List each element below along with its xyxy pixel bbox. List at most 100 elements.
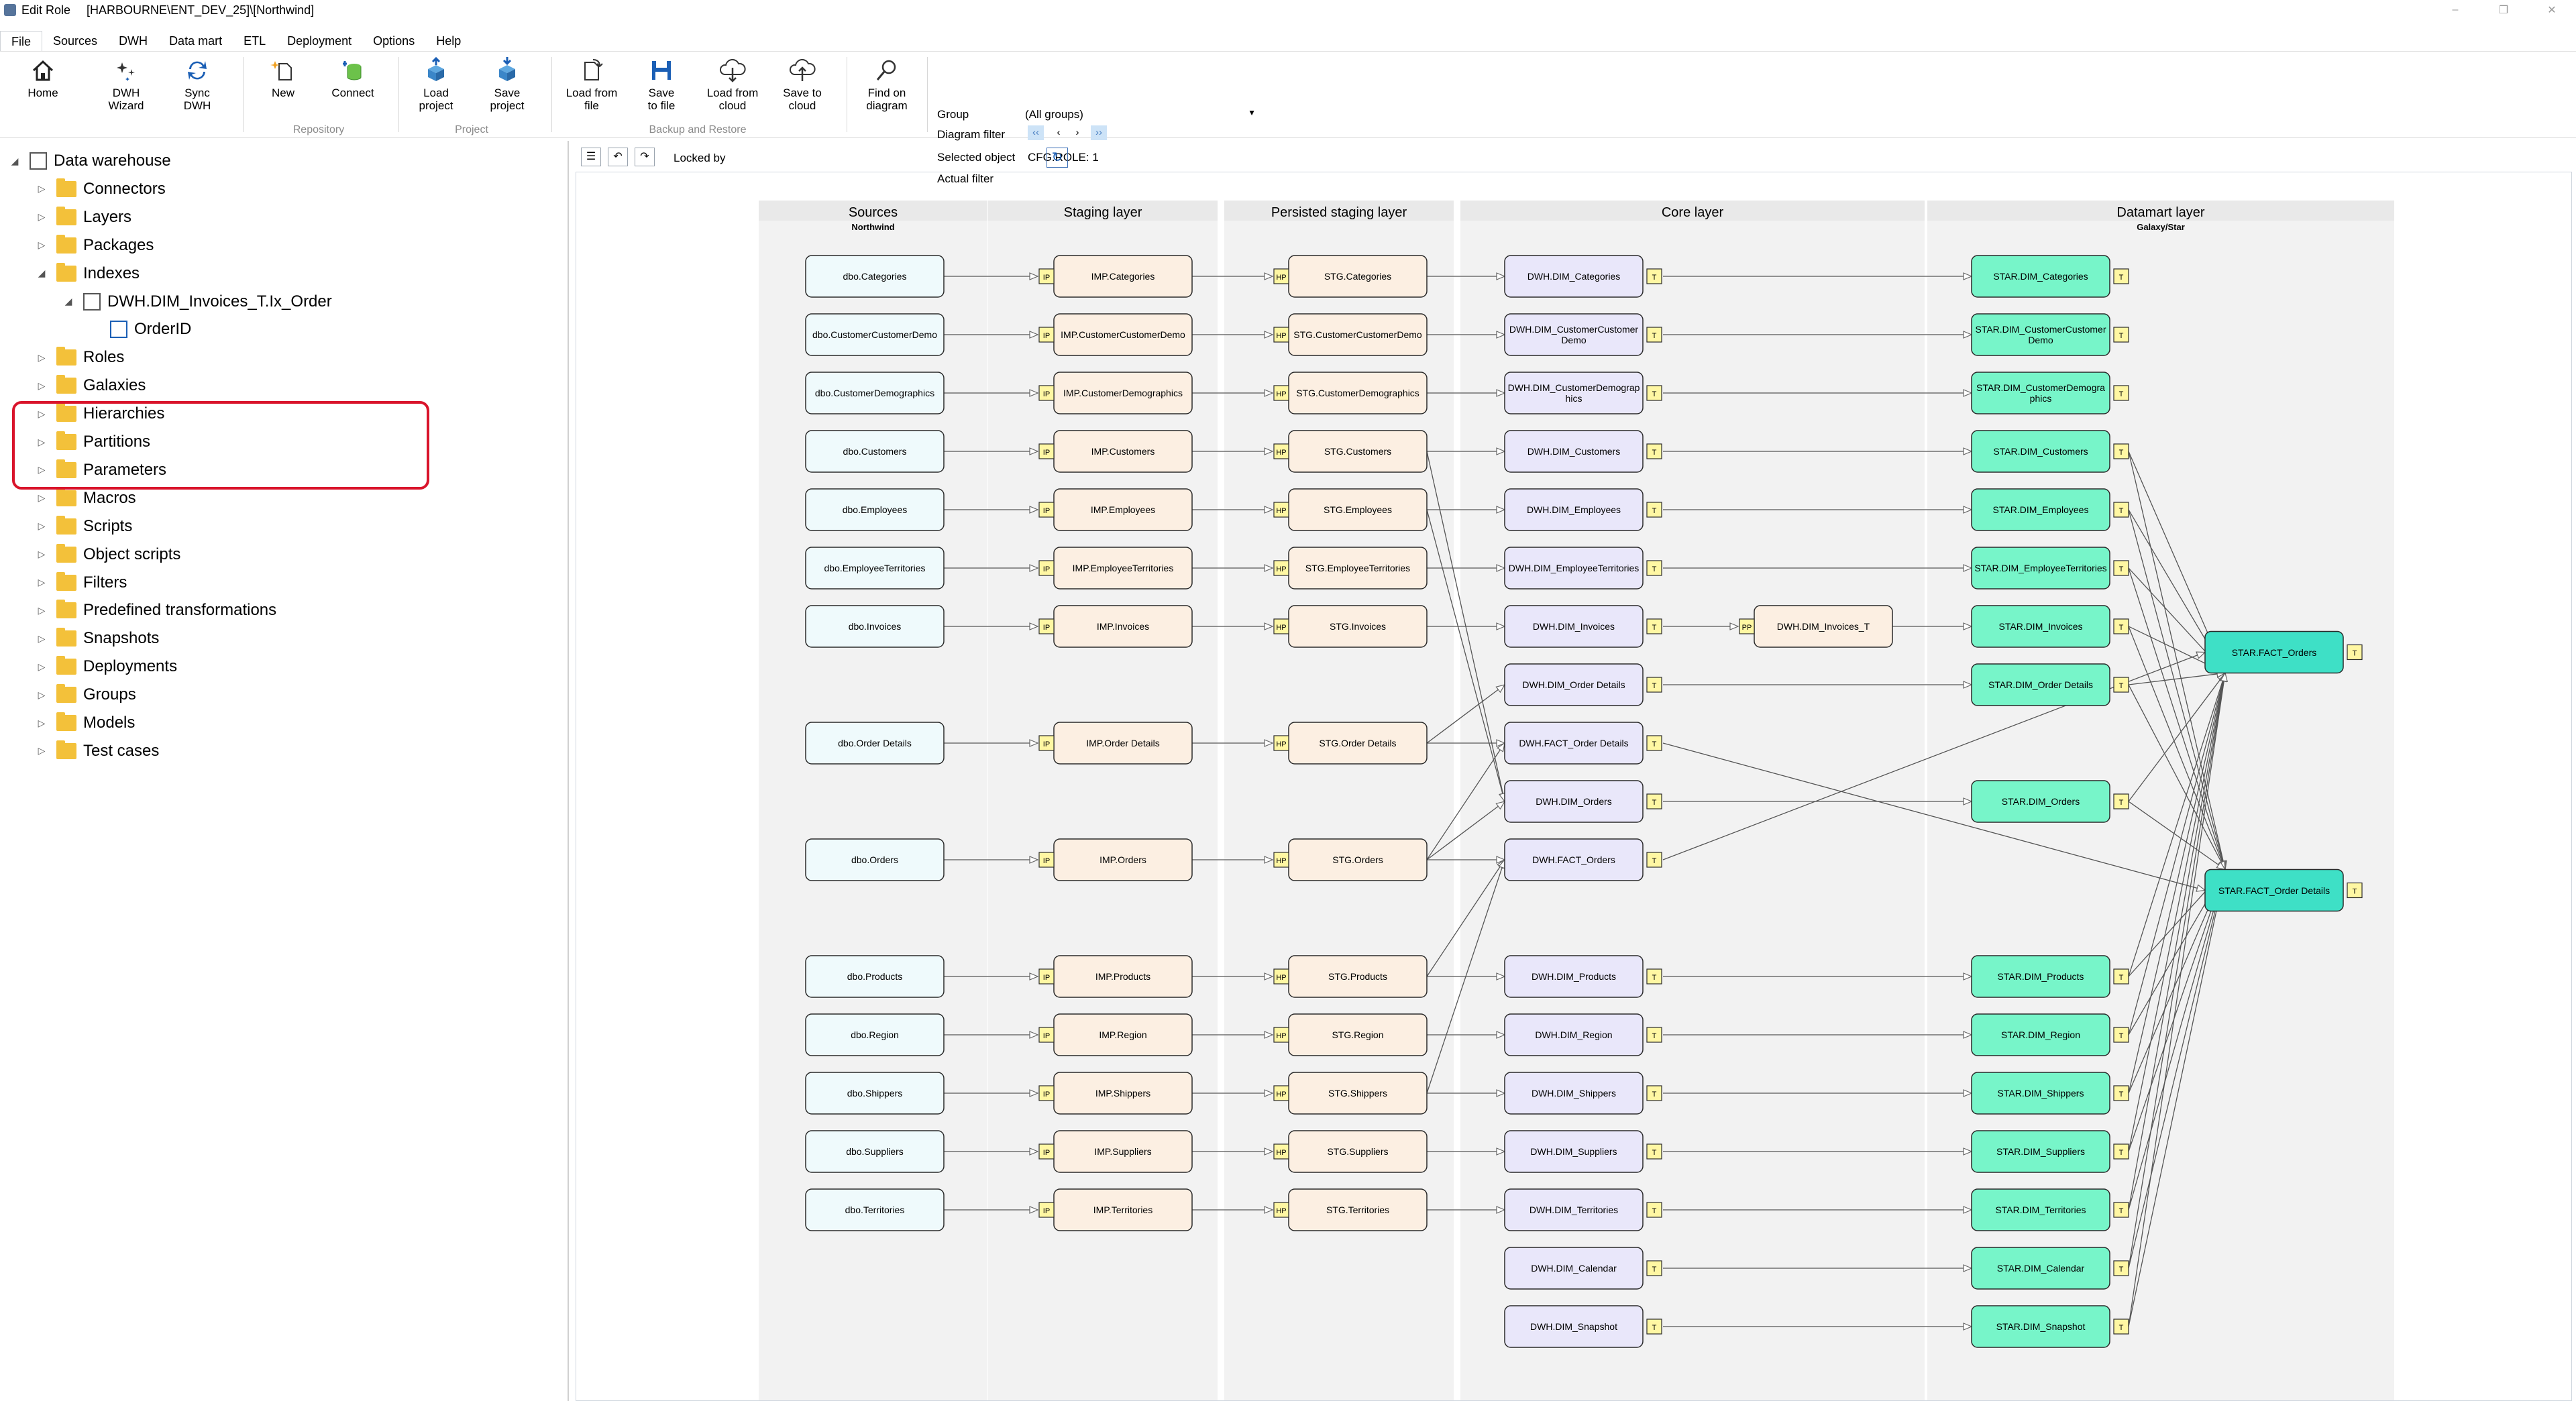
tree-item-index[interactable]: ◢ DWH.DIM_Invoices_T.Ix_Order [63,288,332,315]
minimize-button[interactable]: – [2431,0,2479,20]
datamart-node[interactable]: STAR.DIM_CustomerCustomerDemo T [1971,313,2129,356]
expand-arrow-icon[interactable]: ▷ [36,520,47,532]
load-from-file-button[interactable]: Load from file [558,57,625,112]
core-node[interactable]: DWH.DIM_Orders T [1504,780,1662,823]
expand-arrow-icon[interactable]: ▷ [36,577,47,588]
persisted-staging-node[interactable]: STG.Employees HP [1273,488,1428,531]
expand-arrow-icon[interactable]: ▷ [36,633,47,645]
datamart-node[interactable]: STAR.DIM_Invoices T [1971,605,2129,648]
persisted-staging-node[interactable]: STG.Shippers HP [1273,1072,1428,1115]
datamart-node[interactable]: STAR.DIM_Region T [1971,1013,2129,1056]
menu-dwh[interactable]: DWH [108,31,158,51]
expand-arrow-icon[interactable]: ▷ [36,239,47,251]
menu-options[interactable]: Options [362,31,425,51]
persisted-staging-node[interactable]: STG.EmployeeTerritories HP [1273,547,1428,590]
expand-arrow-icon[interactable]: ▷ [36,492,47,504]
source-node[interactable]: dbo.Invoices [805,605,945,648]
group-select[interactable]: (All groups) ▼ [1025,108,1257,123]
staging-node[interactable]: IMP.Products IP [1038,955,1193,998]
staging-node[interactable]: IMP.Territories IP [1038,1188,1193,1231]
core-node[interactable]: DWH.DIM_Invoices T [1504,605,1662,648]
staging-node[interactable]: IMP.Order Details IP [1038,722,1193,765]
connect-button[interactable]: Connect [319,57,386,99]
layout-list-icon[interactable]: ☰ [581,148,601,166]
collapse-arrow-icon[interactable]: ◢ [36,268,47,279]
load-from-cloud-button[interactable]: Load from cloud [699,57,766,112]
staging-node[interactable]: IMP.Orders IP [1038,838,1193,881]
menu-data-mart[interactable]: Data mart [158,31,233,51]
datamart-node[interactable]: STAR.DIM_EmployeeTerritories T [1971,547,2129,590]
persisted-staging-node[interactable]: STG.CustomerCustomerDemo HP [1273,313,1428,356]
core-node[interactable]: DWH.DIM_Shippers T [1504,1072,1662,1115]
persisted-staging-node[interactable]: STG.Orders HP [1273,838,1428,881]
menu-file[interactable]: File [0,31,43,51]
source-node[interactable]: dbo.CustomerCustomerDemo [805,313,945,356]
datamart-node[interactable]: STAR.DIM_Orders T [1971,780,2129,823]
core-node[interactable]: DWH.DIM_EmployeeTerritories T [1504,547,1662,590]
undo-icon[interactable]: ↶ [608,148,628,166]
fact-node-order-details[interactable]: STAR.FACT_Order Details T [2204,868,2363,912]
dwh-wizard-button[interactable]: DWH Wizard [93,57,160,112]
source-node[interactable]: dbo.CustomerDemographics [805,372,945,414]
menu-deployment[interactable]: Deployment [276,31,362,51]
tree-item-connectors[interactable]: ▷ Connectors [36,176,166,203]
datamart-node[interactable]: STAR.DIM_Territories T [1971,1188,2129,1231]
filter-last-button[interactable]: ›› [1091,125,1107,140]
redo-icon[interactable]: ↷ [635,148,655,166]
tree-item-packages[interactable]: ▷ Packages [36,232,154,259]
core-node-invoices-t[interactable]: DWH.DIM_Invoices_T PP [1739,605,1893,648]
core-node[interactable]: DWH.FACT_Order Details T [1504,722,1662,765]
tree-root-data-warehouse[interactable]: ◢ Data warehouse [9,148,171,174]
datamart-node[interactable]: STAR.DIM_Order Details T [1971,663,2129,706]
tree-item-scripts[interactable]: ▷ Scripts [36,513,132,540]
staging-node[interactable]: IMP.EmployeeTerritories IP [1038,547,1193,590]
datamart-node[interactable]: STAR.DIM_Snapshot T [1971,1305,2129,1348]
persisted-staging-node[interactable]: STG.Invoices HP [1273,605,1428,648]
close-button[interactable]: ✕ [2528,0,2576,20]
core-node[interactable]: DWH.DIM_CustomerDemographics T [1504,372,1662,414]
core-node[interactable]: DWH.DIM_Calendar T [1504,1247,1662,1290]
staging-node[interactable]: IMP.Employees IP [1038,488,1193,531]
staging-node[interactable]: IMP.Region IP [1038,1013,1193,1056]
refresh-icon[interactable]: ↻ [1046,148,1068,168]
load-project-button[interactable]: Load project [402,57,470,112]
source-node[interactable]: dbo.Region [805,1013,945,1056]
expand-arrow-icon[interactable]: ▷ [36,211,47,223]
filter-first-button[interactable]: ‹‹ [1028,125,1044,140]
staging-node[interactable]: IMP.CustomerCustomerDemo IP [1038,313,1193,356]
tree-item-galaxies[interactable]: ▷ Galaxies [36,372,146,399]
source-node[interactable]: dbo.EmployeeTerritories [805,547,945,590]
tree-item-roles[interactable]: ▷ Roles [36,344,124,371]
staging-node[interactable]: IMP.Shippers IP [1038,1072,1193,1115]
datamart-node[interactable]: STAR.DIM_Products T [1971,955,2129,998]
datamart-node[interactable]: STAR.DIM_Suppliers T [1971,1130,2129,1173]
menu-help[interactable]: Help [425,31,472,51]
core-node[interactable]: DWH.DIM_Region T [1504,1013,1662,1056]
datamart-node[interactable]: STAR.DIM_CustomerDemographics T [1971,372,2129,414]
staging-node[interactable]: IMP.Customers IP [1038,430,1193,473]
expand-arrow-icon[interactable]: ▷ [36,605,47,616]
source-node[interactable]: dbo.Categories [805,255,945,298]
source-node[interactable]: dbo.Products [805,955,945,998]
staging-node[interactable]: IMP.Invoices IP [1038,605,1193,648]
menu-etl[interactable]: ETL [233,31,276,51]
collapse-arrow-icon[interactable]: ◢ [9,156,20,167]
staging-node[interactable]: IMP.CustomerDemographics IP [1038,372,1193,414]
source-node[interactable]: dbo.Customers [805,430,945,473]
datamart-node[interactable]: STAR.DIM_Shippers T [1971,1072,2129,1115]
staging-node[interactable]: IMP.Suppliers IP [1038,1130,1193,1173]
new-button[interactable]: New [250,57,317,99]
source-node[interactable]: dbo.Orders [805,838,945,881]
core-node[interactable]: DWH.DIM_Products T [1504,955,1662,998]
persisted-staging-node[interactable]: STG.Region HP [1273,1013,1428,1056]
expand-arrow-icon[interactable]: ▷ [36,718,47,729]
expand-arrow-icon[interactable]: ▷ [36,549,47,560]
collapse-arrow-icon[interactable]: ◢ [63,296,74,307]
tree-item-groups[interactable]: ▷ Groups [36,681,136,708]
sync-dwh-button[interactable]: Sync DWH [164,57,231,112]
source-node[interactable]: dbo.Employees [805,488,945,531]
tree-item-snapshots[interactable]: ▷ Snapshots [36,625,159,652]
save-to-cloud-button[interactable]: Save to cloud [769,57,836,112]
menu-sources[interactable]: Sources [42,31,108,51]
core-node[interactable]: DWH.DIM_CustomerCustomerDemo T [1504,313,1662,356]
